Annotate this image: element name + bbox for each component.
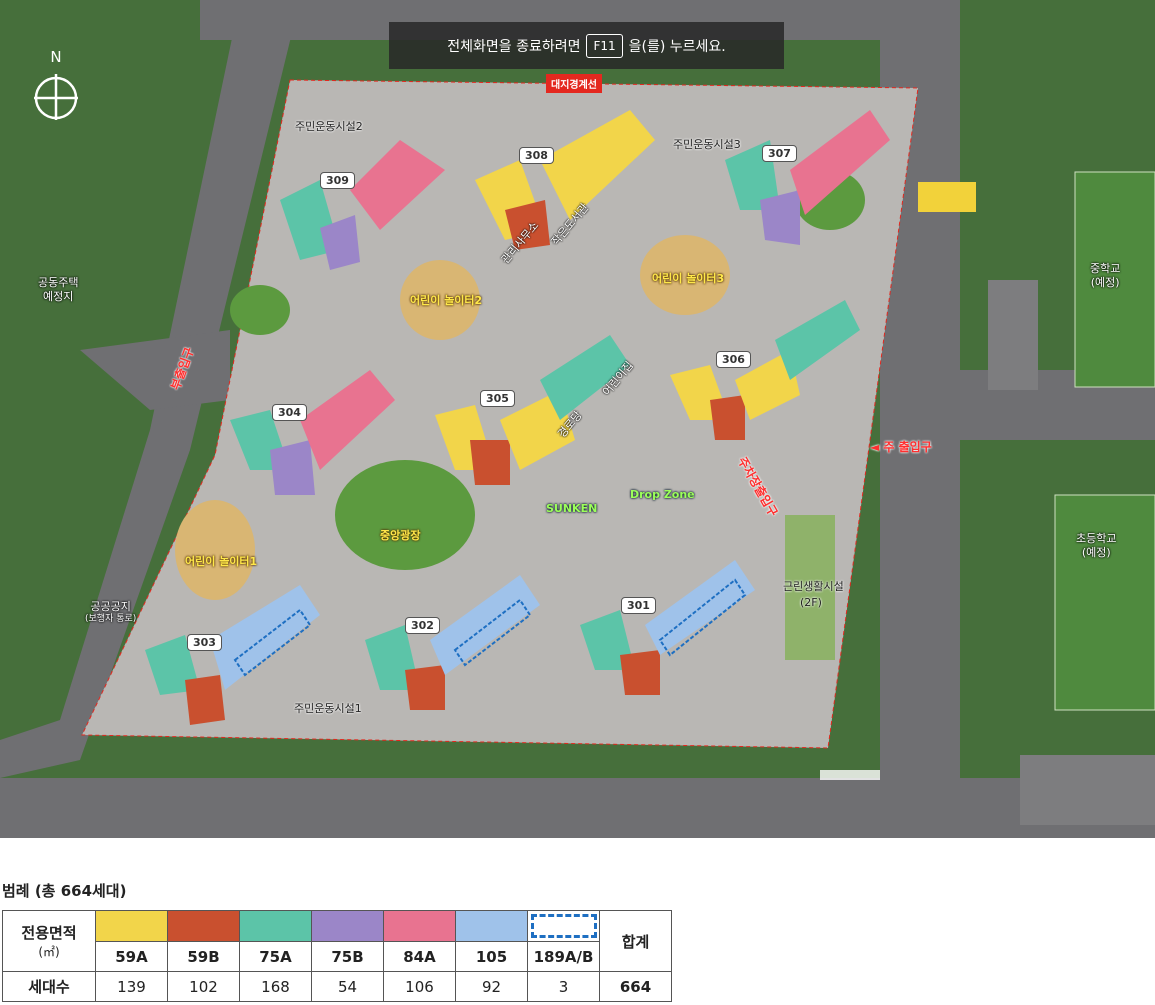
middle-school-label: 중학교 (예정) [1090, 262, 1121, 289]
type-count: 168 [239, 971, 312, 1002]
playground-1-label: 어린이 놀이터1 [185, 555, 258, 568]
building-309-label: 309 [320, 172, 355, 189]
playground-2-label: 어린이 놀이터2 [410, 294, 483, 307]
compass-north-label: N [50, 48, 61, 66]
type-count: 139 [95, 971, 168, 1002]
north-compass-icon: N [30, 48, 82, 120]
notice-prefix: 전체화면을 종료하려면 [447, 38, 581, 55]
building-308-label: 308 [519, 147, 554, 164]
public-space-label: 공공공지 (보행자 통로) [85, 600, 137, 624]
swatch-59a [95, 910, 168, 942]
type-code: 59B [167, 941, 240, 972]
fullscreen-exit-notice: 전체화면을 종료하려면 F11 을(를) 누르세요. [389, 22, 784, 69]
drop-zone-label: Drop Zone [630, 488, 695, 501]
housing-site-label: 공동주택 예정지 [38, 276, 79, 303]
retail-floors-label: (2F) [800, 596, 822, 609]
type-count: 102 [167, 971, 240, 1002]
total-header: 합계 [599, 910, 672, 972]
type-count: 92 [455, 971, 528, 1002]
notice-suffix: 을(를) 누르세요. [628, 38, 726, 55]
total-value: 664 [599, 971, 672, 1002]
playground-3-label: 어린이 놀이터3 [652, 272, 725, 285]
type-code: 189A/B [527, 941, 600, 972]
type-count: 54 [311, 971, 384, 1002]
count-header: 세대수 [2, 971, 96, 1002]
type-code: 84A [383, 941, 456, 972]
building-301-label: 301 [621, 597, 656, 614]
building-305-label: 305 [480, 390, 515, 407]
fitness-facility-1-label: 주민운동시설1 [294, 702, 362, 715]
building-304-label: 304 [272, 404, 307, 421]
site-boundary-label: 대지경계선 [546, 74, 602, 93]
swatch-59b [167, 910, 240, 942]
type-count: 106 [383, 971, 456, 1002]
area-header: 전용면적 (㎡) [2, 910, 96, 972]
fitness-facility-3-label: 주민운동시설3 [673, 138, 741, 151]
main-entrance-label: ◄ 주 출입구 [870, 440, 932, 454]
elementary-school-label: 초등학교 (예정) [1076, 532, 1117, 559]
fitness-facility-2-label: 주민운동시설2 [295, 120, 363, 133]
building-303-label: 303 [187, 634, 222, 651]
legend-table: 전용면적 (㎡) 합계 59A 59B 75A 75B 84A 105 189A… [2, 910, 672, 1002]
swatch-75b [311, 910, 384, 942]
building-302-label: 302 [405, 617, 440, 634]
type-code: 59A [95, 941, 168, 972]
swatch-189ab [527, 910, 600, 942]
sunken-label: SUNKEN [546, 502, 598, 515]
type-count: 3 [527, 971, 600, 1002]
swatch-84a [383, 910, 456, 942]
central-plaza-label: 중앙광장 [380, 529, 421, 542]
type-code: 75A [239, 941, 312, 972]
type-code: 75B [311, 941, 384, 972]
swatch-75a [239, 910, 312, 942]
retail-facility-label: 근린생활시설 [783, 580, 844, 593]
legend-title: 범례 (총 664세대) [2, 882, 127, 900]
building-306-label: 306 [716, 351, 751, 368]
building-307-label: 307 [762, 145, 797, 162]
f11-key: F11 [586, 33, 623, 58]
site-plan-map: N 전체화면을 종료하려면 F11 을(를) 누르세요. 대지경계선 309 3… [0, 0, 1155, 838]
type-code: 105 [455, 941, 528, 972]
swatch-105 [455, 910, 528, 942]
